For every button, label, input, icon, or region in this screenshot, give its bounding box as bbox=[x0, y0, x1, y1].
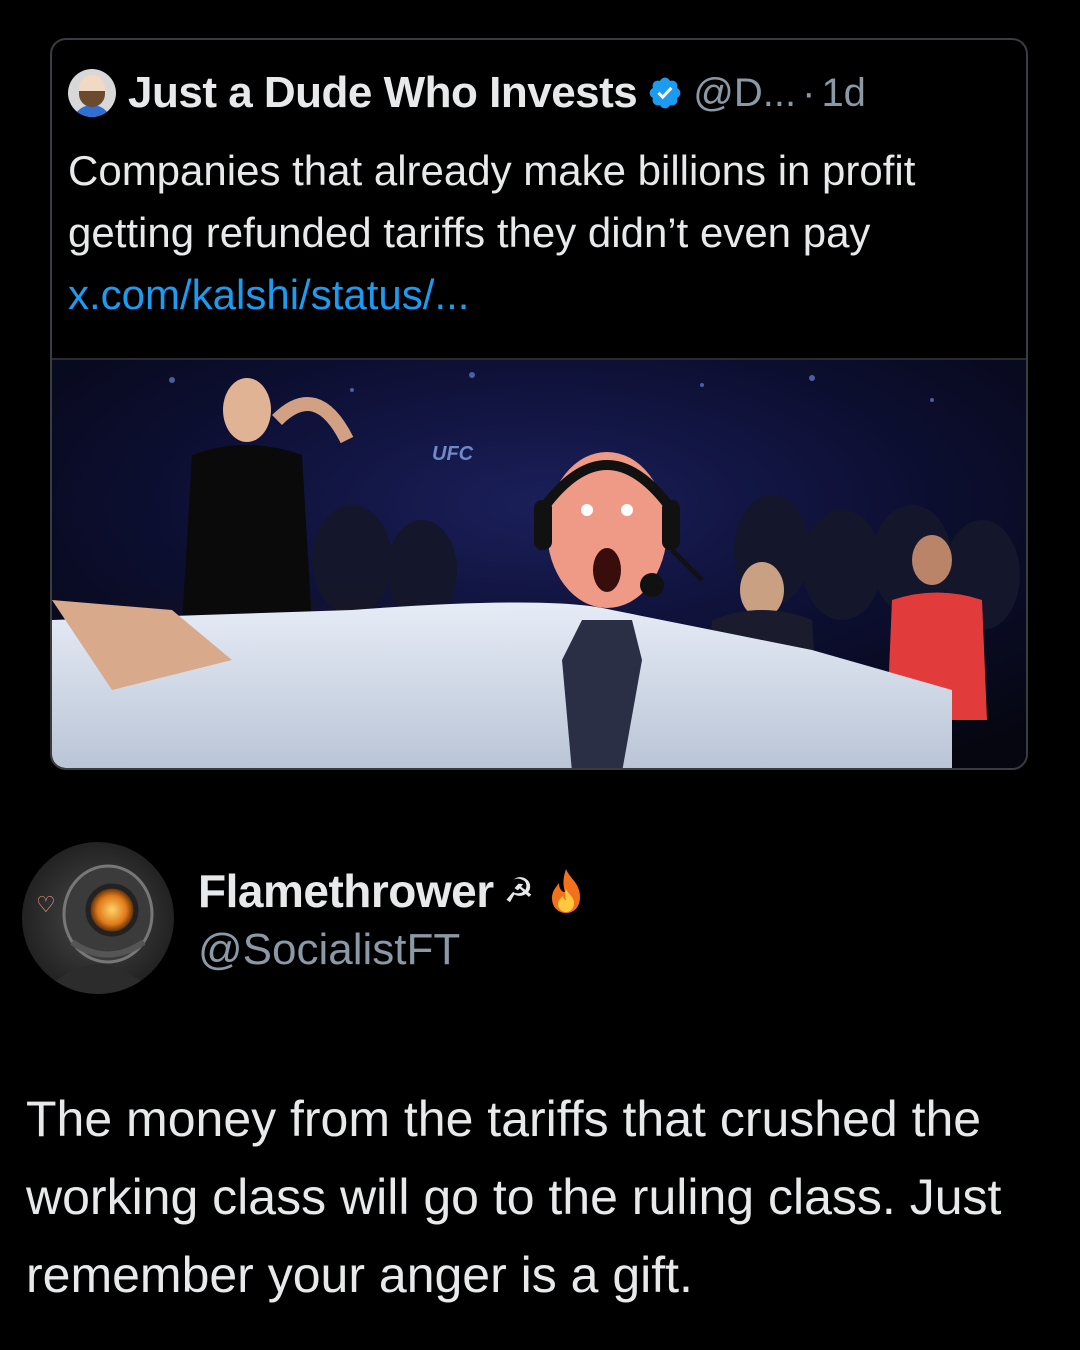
reply-author-handle[interactable]: @SocialistFT bbox=[198, 925, 588, 975]
quoted-author-handle[interactable]: @D... bbox=[693, 71, 796, 116]
verified-badge-icon bbox=[649, 77, 681, 109]
separator-dot: · bbox=[802, 70, 816, 115]
quoted-tweet-card[interactable]: Just a Dude Who Invests @D... · 1d Compa… bbox=[50, 38, 1028, 770]
ufc-overlay-text: UFC bbox=[432, 443, 474, 465]
post-screenshot: Just a Dude Who Invests @D... · 1d Compa… bbox=[0, 0, 1080, 1350]
svg-text:♡: ♡ bbox=[36, 893, 56, 918]
quoted-author-name[interactable]: Just a Dude Who Invests bbox=[128, 68, 638, 118]
reply-tweet-text: The money from the tariffs that crushed … bbox=[26, 1091, 1002, 1303]
reply-author-name-row: Flamethrower ☭ bbox=[198, 861, 588, 921]
quoted-tweet-media-image[interactable]: UFC bbox=[52, 358, 1026, 768]
fire-emoji-icon bbox=[552, 869, 581, 913]
reply-author-name[interactable]: Flamethrower bbox=[198, 864, 494, 918]
quoted-tweet-text: Companies that already make billions in … bbox=[68, 140, 998, 326]
quoted-tweet-text-body: Companies that already make billions in … bbox=[68, 147, 916, 256]
quoted-tweet-header: Just a Dude Who Invests @D... · 1d bbox=[68, 68, 866, 118]
hammer-sickle-icon: ☭ bbox=[503, 872, 535, 910]
reply-author-names: Flamethrower ☭ @SocialistFT bbox=[198, 861, 588, 975]
reply-author-avatar[interactable]: ♡ bbox=[22, 842, 174, 994]
quoted-author-avatar[interactable] bbox=[68, 69, 116, 117]
quoted-tweet-link[interactable]: x.com/kalshi/status/... bbox=[68, 271, 469, 318]
quoted-tweet-time[interactable]: 1d bbox=[821, 71, 866, 116]
reply-author-row: ♡ Flamethrower ☭ @SocialistFT bbox=[22, 842, 588, 994]
